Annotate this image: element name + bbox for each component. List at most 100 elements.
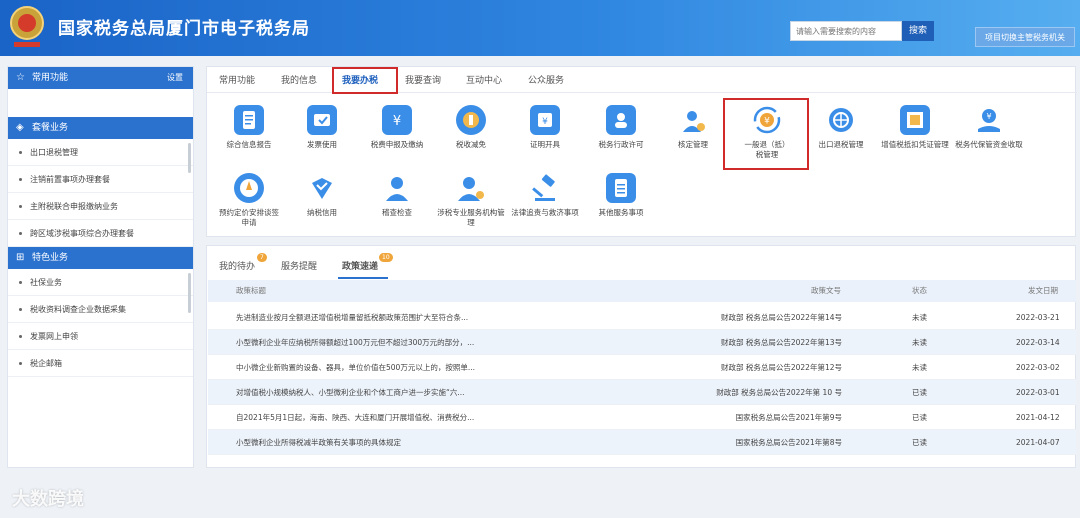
compass-icon [234,173,264,203]
service-invoice[interactable]: 发票使用 [282,105,362,150]
service-custody[interactable]: ¥ 税务代保管资金收取 [949,105,1029,150]
layers-icon: ◈ [16,122,24,133]
service-pricing-arrangement[interactable]: 预约定价安排谈签申请 [209,173,289,228]
table-row[interactable]: 对增值税小规模纳税人、小型微利企业和个体工商户进一步实施“六... 财政部 税务… [208,380,1076,405]
service-legal-relief[interactable]: 法律追责与救济事项 [505,173,585,218]
tab-interaction[interactable]: 互动中心 [466,73,502,86]
table-row[interactable]: 小型微利企业年应纳税所得额超过100万元但不超过300万元的部分，... 财政部… [208,330,1076,355]
sidebar-item-export-refund[interactable]: 出口退税管理 [8,139,193,166]
export-refund-icon [826,105,856,135]
service-label: 稽查检查 [382,208,412,217]
policy-doc: 国家税务总局公告2021年第8号 [735,438,842,447]
site-title: 国家税务总局厦门市电子税务局 [58,19,310,39]
service-tax-relief[interactable]: 税收减免 [431,105,511,150]
package-business-header[interactable]: ◈ 套餐业务 [8,117,193,139]
service-label: 发票使用 [307,140,337,149]
service-other[interactable]: 其他服务事项 [581,173,661,218]
verify-icon [678,105,708,135]
common-functions-header[interactable]: ☆ 常用功能 设置 [8,67,193,89]
tab-my-todo[interactable]: 我的待办 [219,259,255,272]
table-row[interactable]: 自2021年5月1日起，海南、陕西、大连和厦门开展增值税、消费税分... 国家税… [208,405,1076,430]
svg-text:¥: ¥ [986,112,991,121]
inspection-icon [382,173,412,203]
tab-my-info[interactable]: 我的信息 [281,73,317,86]
common-functions-empty [8,89,193,117]
policy-status: 未读 [912,363,927,372]
grid-icon: ⊞ [16,252,25,263]
sidebar-item-joint-declaration[interactable]: 主附税联合申报缴纳业务 [8,193,193,220]
service-credit[interactable]: 纳税信用 [282,173,362,218]
service-label: 法律追责与救济事项 [511,208,579,217]
sidebar-item-social-security[interactable]: 社保业务 [8,269,193,296]
service-inspection[interactable]: 稽查检查 [357,173,437,218]
table-row[interactable]: 小型微利企业所得税减半政策有关事项的具体规定 国家税务总局公告2021年第8号 … [208,430,1076,455]
service-label: 税务行政许可 [598,140,644,149]
tab-public-service[interactable]: 公众服务 [528,73,564,86]
policy-doc: 财政部 税务总局公告2022年第13号 [720,338,842,347]
tab-policy-express[interactable]: 政策速递 [342,259,378,272]
credit-icon [307,173,337,203]
svg-text:¥: ¥ [393,114,401,129]
service-label: 出口退税管理 [818,140,864,149]
switch-tax-authority-button[interactable]: 项目切换主管税务机关 [975,27,1075,47]
sidebar-item-tax-mailbox[interactable]: 税企邮箱 [8,350,193,377]
search-input[interactable] [790,21,902,41]
service-label: 证明开具 [530,140,560,149]
service-agency-management[interactable]: 涉税专业服务机构管理 [431,173,511,228]
service-label: 综合信息报告 [226,140,272,149]
policy-title[interactable]: 对增值税小规模纳税人、小型微利企业和个体工商户进一步实施“六... [236,380,465,405]
col-status-header: 状态 [912,286,927,295]
settings-link[interactable]: 设置 [167,67,183,89]
active-tab-underline [338,277,388,279]
invoice-icon [307,105,337,135]
sidebar-item-invoice-apply[interactable]: 发票网上申领 [8,323,193,350]
other-icon [606,173,636,203]
service-tax-declare[interactable]: ¥ 税费申报及缴纳 [357,105,437,150]
service-report[interactable]: 综合信息报告 [209,105,289,150]
highlight-service-box [723,98,809,170]
tab-service-reminder[interactable]: 服务提醒 [281,259,317,272]
custody-icon: ¥ [974,105,1004,135]
sidebar-item-deregistration-package[interactable]: 注销前置事项办理套餐 [8,166,193,193]
tax-relief-icon [456,105,486,135]
special-business-title: 特色业务 [32,253,69,263]
service-verify[interactable]: 核定管理 [653,105,733,150]
policy-count-badge: 10 [379,253,393,262]
policy-title[interactable]: 小型微利企业年应纳税所得额超过100万元但不超过300万元的部分，... [236,330,474,355]
policy-status: 已读 [912,388,927,397]
col-title-header: 政策标题 [236,286,266,295]
package-business-title: 套餐业务 [32,123,69,133]
report-icon [234,105,264,135]
service-export-refund[interactable]: 出口退税管理 [801,105,881,150]
service-voucher[interactable]: 增值税抵扣凭证管理 [875,105,955,150]
policy-date: 2022-03-21 [1016,313,1060,322]
service-label: 税费申报及缴纳 [370,140,424,149]
policy-title[interactable]: 中小微企业新购置的设备、器具，单位价值在500万元以上的，按照单... [236,355,475,380]
agency-icon [456,173,486,203]
sidebar-item-data-collection[interactable]: 税收资料调查企业数据采集 [8,296,193,323]
certificate-icon: ¥ [530,105,560,135]
special-business-header[interactable]: ⊞ 特色业务 [8,247,193,269]
policy-date: 2022-03-01 [1016,388,1060,397]
search-button[interactable]: 搜索 [902,21,934,41]
policy-doc: 财政部 税务总局公告2022年第14号 [720,313,842,322]
star-icon: ☆ [16,72,25,83]
top-header: 国家税务总局厦门市电子税务局 搜索 项目切换主管税务机关 [0,0,1080,56]
service-label: 核定管理 [678,140,708,149]
policy-date: 2021-04-12 [1016,413,1060,422]
table-row[interactable]: 先进制造业按月全额退还增值税增量留抵税额政策范围扩大至符合条... 财政部 税务… [208,305,1076,330]
service-certificate[interactable]: ¥ 证明开具 [505,105,585,150]
policy-title[interactable]: 自2021年5月1日起，海南、陕西、大连和厦门开展增值税、消费税分... [236,405,474,430]
service-label: 增值税抵扣凭证管理 [881,140,949,149]
special-scrollbar[interactable] [188,273,191,313]
todo-count-badge: 7 [257,253,267,262]
package-scrollbar[interactable] [188,143,191,173]
table-row[interactable]: 中小微企业新购置的设备、器具，单位价值在500万元以上的，按照单... 财政部 … [208,355,1076,380]
tab-common[interactable]: 常用功能 [219,73,255,86]
service-license[interactable]: 税务行政许可 [581,105,661,150]
watermark: 大数跨境 [12,489,84,510]
policy-title[interactable]: 小型微利企业所得税减半政策有关事项的具体规定 [236,430,401,455]
policy-title[interactable]: 先进制造业按月全额退还增值税增量留抵税额政策范围扩大至符合条... [236,305,468,330]
sidebar-item-cross-region[interactable]: 跨区域涉税事项综合办理套餐 [8,220,193,247]
tab-query[interactable]: 我要查询 [405,73,441,86]
